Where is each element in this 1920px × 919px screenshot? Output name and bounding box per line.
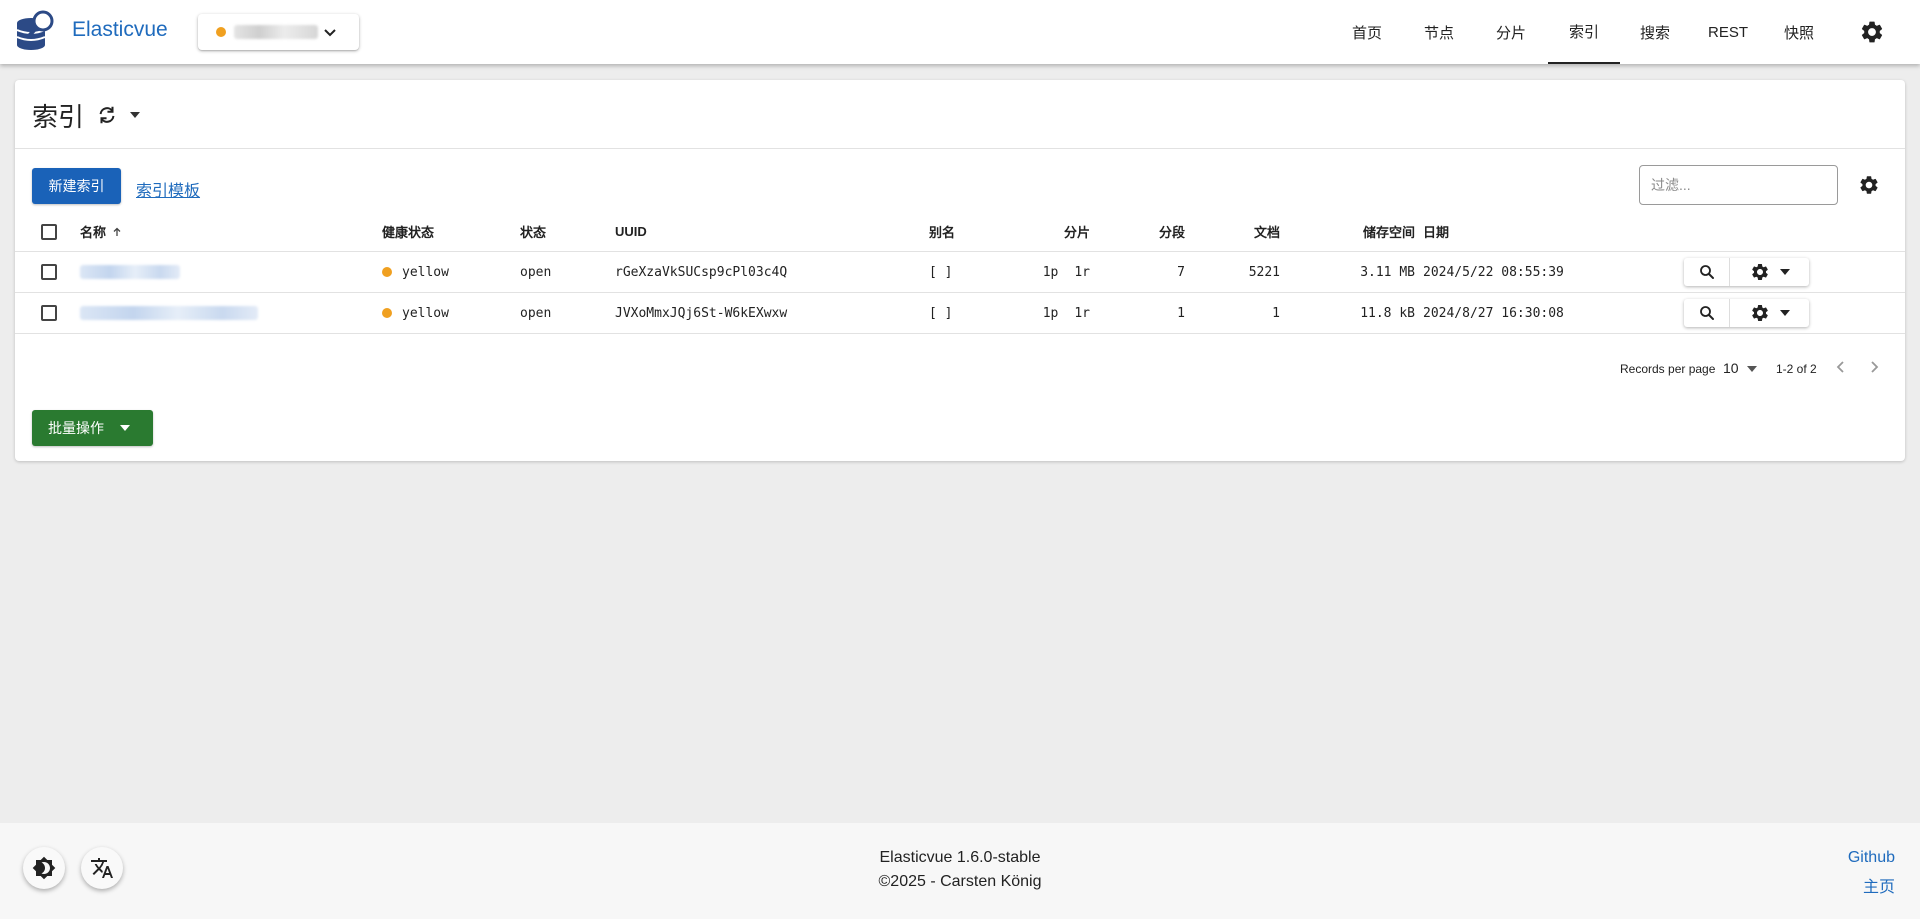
new-index-button[interactable]: 新建索引 — [32, 168, 121, 204]
aliases-text: [ ] — [929, 305, 953, 321]
records-per-page-label: Records per page — [1620, 362, 1716, 376]
caret-down-icon — [1779, 310, 1790, 316]
table-row: index-1 yellow open rGeXzaVkSUCsp9cPl03c… — [15, 252, 1905, 293]
date-text: 2024/5/22 08:55:39 — [1423, 264, 1564, 280]
bulk-actions-button[interactable]: 批量操作 — [32, 410, 153, 446]
filter-input[interactable] — [1639, 165, 1838, 205]
nav-shards[interactable]: 分片 — [1476, 0, 1546, 64]
table-header-row: 名称 健康状态 状态 UUID 别名 分片 分段 文档 储存空间 日期 — [15, 212, 1905, 252]
uuid-text: rGeXzaVkSUCsp9cPl03c4Q — [615, 264, 788, 280]
app-title[interactable]: Elasticvue — [72, 18, 168, 42]
cluster-health-dot — [216, 27, 226, 37]
column-header-shards[interactable]: 分片 — [1025, 212, 1090, 251]
cluster-name: cluster — [234, 25, 318, 39]
column-header-storage[interactable]: 储存空间 — [1315, 212, 1415, 251]
caret-down-icon — [1779, 269, 1790, 275]
health-text: yellow — [402, 264, 449, 280]
health-dot — [382, 267, 392, 277]
cluster-selector[interactable]: cluster — [198, 14, 359, 50]
replica-shards: 1r — [1074, 305, 1090, 321]
github-link[interactable]: Github — [1848, 849, 1895, 867]
nav-indices[interactable]: 索引 — [1548, 0, 1620, 64]
indices-card: 索引 新建索引 索引模板 名称 健康状态 状态 UUID 别名 分片 — [15, 80, 1905, 461]
status-text: open — [520, 305, 552, 321]
docs-text: 1 — [1272, 305, 1280, 321]
date-text: 2024/8/27 16:30:08 — [1423, 305, 1564, 321]
index-settings-button[interactable] — [1730, 258, 1809, 286]
page-title: 索引 — [32, 102, 85, 132]
uuid-text: JVXoMmxJQj6St-W6kEXwxw — [615, 305, 788, 321]
shards-cell: 1p 1r — [1025, 293, 1090, 333]
index-name: index-2 — [80, 306, 258, 320]
health-text: yellow — [402, 305, 449, 321]
primary-shards: 1p — [1042, 305, 1059, 321]
footer: Elasticvue 1.6.0-stable ©2025 - Carsten … — [0, 823, 1920, 919]
pagination-range: 1-2 of 2 — [1776, 362, 1817, 376]
refresh-icon[interactable] — [96, 104, 118, 126]
gear-icon — [1751, 305, 1768, 321]
health-cell: yellow — [382, 293, 449, 333]
column-header-date[interactable]: 日期 — [1423, 212, 1449, 251]
search-index-button[interactable] — [1684, 258, 1730, 286]
records-per-page-select[interactable]: 10 — [1723, 360, 1739, 376]
index-settings-button[interactable] — [1730, 299, 1809, 327]
column-header-uuid[interactable]: UUID — [615, 212, 647, 251]
nav-rest[interactable]: REST — [1692, 0, 1764, 64]
homepage-link[interactable]: 主页 — [1863, 873, 1895, 897]
table-row: index-2 yellow open JVXoMmxJQj6St-W6kEXw… — [15, 293, 1905, 334]
gear-icon[interactable] — [1858, 174, 1880, 196]
docs-text: 5221 — [1248, 264, 1280, 280]
search-icon — [1699, 306, 1714, 320]
column-header-docs[interactable]: 文档 — [1215, 212, 1280, 251]
aliases-text: [ ] — [929, 264, 953, 280]
chevron-right-icon[interactable] — [1866, 359, 1882, 375]
chevron-down-icon — [324, 29, 336, 37]
row-actions — [1684, 258, 1809, 286]
column-header-label: 名称 — [80, 225, 107, 240]
column-header-status[interactable]: 状态 — [520, 212, 546, 251]
caret-down-icon[interactable] — [1747, 365, 1757, 373]
row-checkbox[interactable] — [41, 305, 57, 321]
health-dot — [382, 308, 392, 318]
storage-text: 11.8 kB — [1360, 305, 1415, 321]
bulk-actions-label: 批量操作 — [48, 420, 104, 436]
top-app-bar: Elasticvue cluster 首页 节点 分片 索引 搜索 REST 快… — [0, 0, 1920, 64]
divider — [15, 148, 1905, 149]
nav-home[interactable]: 首页 — [1332, 0, 1402, 64]
nav-nodes[interactable]: 节点 — [1404, 0, 1474, 64]
column-header-aliases[interactable]: 别名 — [929, 212, 955, 251]
gear-icon[interactable] — [1859, 19, 1885, 45]
column-header-segments[interactable]: 分段 — [1120, 212, 1185, 251]
index-name-link[interactable]: index-2 — [80, 293, 258, 333]
nav-snapshots[interactable]: 快照 — [1764, 0, 1834, 64]
index-templates-link[interactable]: 索引模板 — [136, 177, 200, 201]
segments-text: 7 — [1177, 264, 1185, 280]
index-name-link[interactable]: index-1 — [80, 252, 180, 292]
caret-down-icon[interactable] — [129, 111, 141, 119]
primary-shards: 1p — [1042, 264, 1059, 280]
footer-version: Elasticvue 1.6.0-stable — [879, 849, 1041, 866]
search-icon — [1699, 265, 1714, 279]
column-header-name[interactable]: 名称 — [80, 212, 122, 251]
row-checkbox[interactable] — [41, 264, 57, 280]
replica-shards: 1r — [1074, 264, 1090, 280]
gear-icon — [1751, 264, 1768, 280]
health-cell: yellow — [382, 252, 449, 292]
caret-down-icon — [120, 425, 130, 431]
nav-search[interactable]: 搜索 — [1620, 0, 1690, 64]
footer-copyright: ©2025 - Carsten König — [878, 873, 1042, 890]
segments-text: 1 — [1177, 305, 1185, 321]
chevron-left-icon[interactable] — [1833, 359, 1849, 375]
elasticvue-logo-icon[interactable] — [14, 9, 58, 53]
index-name: index-1 — [80, 265, 180, 279]
row-actions — [1684, 299, 1809, 327]
status-text: open — [520, 264, 552, 280]
storage-text: 3.11 MB — [1360, 264, 1415, 280]
search-index-button[interactable] — [1684, 299, 1730, 327]
sort-ascending-icon — [113, 227, 121, 236]
select-all-checkbox[interactable] — [41, 224, 57, 240]
column-header-health[interactable]: 健康状态 — [382, 212, 434, 251]
shards-cell: 1p 1r — [1025, 252, 1090, 292]
